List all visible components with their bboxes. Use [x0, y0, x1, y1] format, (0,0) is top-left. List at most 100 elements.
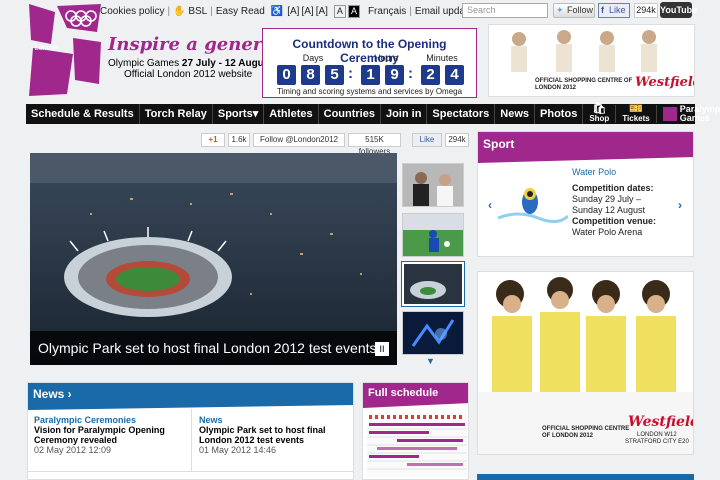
- text-size-large[interactable]: [A]: [316, 6, 328, 17]
- countdown-colon: :: [408, 65, 413, 82]
- search-input[interactable]: Search: [462, 3, 548, 18]
- nav-torch-relay[interactable]: Torch Relay: [140, 104, 213, 124]
- chevron-left-icon[interactable]: ‹: [488, 198, 492, 212]
- westfield-logo: Westfield: [628, 414, 694, 430]
- bsl-link[interactable]: ✋ BSL: [173, 6, 207, 17]
- news-bottom-divider: [28, 471, 353, 472]
- competition-dates-end: Sunday 12 August: [572, 205, 646, 215]
- nav-photos[interactable]: Photos: [535, 104, 584, 124]
- news-divider: [191, 409, 192, 471]
- ad-text: OFFICIAL SHOPPING CENTRE OF LONDON 2012: [535, 78, 633, 91]
- westfield-logo: Westfield: [635, 75, 694, 90]
- carousel-thumb-1[interactable]: [402, 163, 464, 207]
- countdown-widget[interactable]: Countdown to the Opening Ceremony Days H…: [262, 28, 477, 98]
- facebook-like-button[interactable]: f Like: [598, 3, 630, 18]
- news-category[interactable]: News: [199, 415, 354, 425]
- minutes-digit: 2: [421, 65, 440, 85]
- nav-paralympic-games[interactable]: ParalympicGames: [657, 105, 720, 123]
- days-digit: 0: [277, 65, 296, 85]
- thumb-image: [404, 264, 462, 304]
- contrast-normal[interactable]: A: [333, 4, 346, 18]
- google-plus-count: 1.6k: [228, 133, 250, 147]
- nav-tickets[interactable]: 🎫 Tickets: [616, 103, 657, 123]
- main-nav: Schedule & Results Torch Relay Sports▾ A…: [26, 103, 720, 124]
- sidebar-bottom-bar: [477, 474, 694, 480]
- full-schedule-header[interactable]: Full schedule: [363, 383, 468, 403]
- news-item[interactable]: Paralympic Ceremonies Vision for Paralym…: [34, 415, 189, 455]
- london-2012-logo[interactable]: London: [27, 2, 103, 98]
- twitter-follow-button[interactable]: ✦ Follow: [553, 3, 595, 18]
- sport-details: Water Polo Competition dates: Sunday 29 …: [572, 167, 656, 238]
- nav-shop[interactable]: 🛍 Shop: [583, 104, 617, 123]
- news-date: 02 May 2012 12:09: [34, 445, 112, 455]
- cookies-policy-link[interactable]: Cookies policy: [100, 6, 164, 17]
- carousel-down-arrow-icon[interactable]: ▼: [426, 356, 435, 366]
- twitter-follow-london2012[interactable]: Follow @London2012: [253, 133, 345, 147]
- sign-language-icon: ✋: [173, 5, 186, 17]
- paralympic-logo-icon: [662, 107, 677, 121]
- sport-name-link[interactable]: Water Polo: [572, 167, 656, 178]
- nav-join-in[interactable]: Join in: [381, 104, 428, 124]
- youtube-button[interactable]: YouTube: [660, 2, 697, 18]
- carousel-thumb-2[interactable]: [402, 213, 464, 257]
- schedule-grid-image: [367, 413, 467, 477]
- countdown-colon: :: [348, 65, 353, 82]
- sport-header-tail: [478, 157, 695, 163]
- minutes-label: Minutes: [426, 53, 458, 63]
- nav-sports[interactable]: Sports▾: [213, 104, 265, 124]
- news-category[interactable]: Paralympic Ceremonies: [34, 415, 189, 425]
- hours-digit: 9: [385, 65, 404, 85]
- francais-link[interactable]: Français: [368, 6, 406, 17]
- news-item[interactable]: News Olympic Park set to host final Lond…: [199, 415, 354, 455]
- competition-dates: Sunday 29 July –: [572, 194, 642, 204]
- news-panel: News › Paralympic Ceremonies Vision for …: [27, 382, 355, 480]
- carousel-thumb-4[interactable]: [402, 311, 464, 355]
- news-date: 01 May 2012 14:46: [199, 445, 277, 455]
- news-title[interactable]: Vision for Paralympic Opening Ceremony r…: [34, 425, 189, 445]
- full-schedule-panel[interactable]: Full schedule: [362, 382, 469, 480]
- competition-venue-label: Competition venue:: [572, 216, 657, 226]
- easy-read-link[interactable]: Easy Read: [216, 6, 265, 17]
- facebook-like-button-2[interactable]: Like: [412, 133, 442, 147]
- news-title[interactable]: Olympic Park set to host final London 20…: [199, 425, 354, 445]
- sport-header[interactable]: Sport: [478, 132, 693, 157]
- thumb-image: [403, 164, 463, 206]
- thumb-image: [403, 214, 463, 256]
- text-size-medium[interactable]: [A]: [301, 6, 313, 17]
- competition-dates-label: Competition dates:: [572, 183, 654, 193]
- facebook-like-count-2: 294k: [445, 133, 469, 147]
- news-header[interactable]: News ›: [28, 383, 353, 405]
- nav-spectators[interactable]: Spectators: [427, 104, 496, 124]
- ad-text: OFFICIAL SHOPPING CENTRE OF LONDON 2012: [542, 426, 630, 439]
- hero-carousel[interactable]: Olympic Park set to host final London 20…: [30, 153, 397, 365]
- days-label: Days: [302, 53, 324, 63]
- full-schedule-header-tail: [363, 403, 468, 408]
- carousel-thumb-3-active[interactable]: [401, 261, 465, 307]
- ticket-icon: 🎫: [629, 103, 643, 115]
- nav-countries[interactable]: Countries: [319, 104, 381, 124]
- facebook-like-count: 294k: [634, 3, 658, 18]
- competition-venue: Water Polo Arena: [572, 227, 643, 237]
- days-digit: 8: [301, 65, 320, 85]
- nav-schedule-results[interactable]: Schedule & Results: [26, 104, 140, 124]
- pause-button[interactable]: II: [375, 342, 389, 356]
- countdown-footer: Timing and scoring systems and services …: [276, 87, 463, 96]
- text-size-small[interactable]: [A]: [287, 6, 299, 17]
- hours-digit: 1: [361, 65, 380, 85]
- logo-text: London: [35, 45, 58, 52]
- facebook-icon: f: [601, 5, 604, 15]
- nav-news[interactable]: News: [495, 104, 536, 124]
- westfield-ad-top[interactable]: OFFICIAL SHOPPING CENTRE OF LONDON 2012 W…: [488, 24, 695, 97]
- chevron-right-icon[interactable]: ›: [678, 198, 682, 212]
- hero-caption[interactable]: Olympic Park set to host final London 20…: [30, 331, 397, 365]
- westfield-ad-side[interactable]: OFFICIAL SHOPPING CENTRE OF LONDON 2012 W…: [477, 271, 694, 455]
- contrast-high[interactable]: A: [347, 4, 360, 18]
- twitter-bird-icon: ✦: [556, 5, 564, 15]
- games-dates: Olympic Games 27 July - 12 August: [108, 58, 273, 69]
- accessibility-icon: ♿: [270, 5, 284, 17]
- nav-athletes[interactable]: Athletes: [264, 104, 319, 124]
- official-website-label: Official London 2012 website: [124, 69, 253, 80]
- sport-panel: Sport ‹ Water Polo Competition dates: Su…: [477, 131, 695, 257]
- google-plus-button[interactable]: +1: [201, 133, 225, 147]
- twitter-followers-count: 515K followers: [348, 133, 401, 156]
